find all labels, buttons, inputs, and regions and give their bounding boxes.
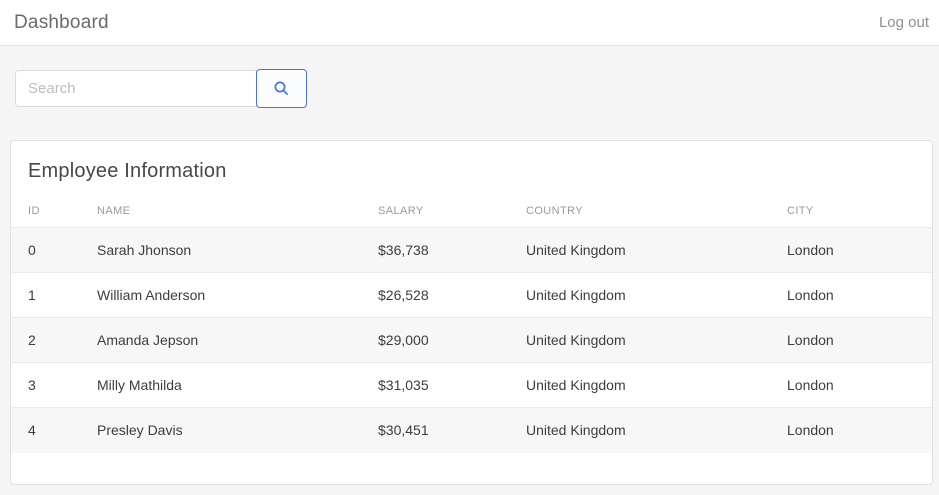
cell-name: Sarah Jhonson — [80, 228, 361, 273]
cell-name: Milly Mathilda — [80, 363, 361, 408]
cell-salary: $29,000 — [361, 318, 509, 363]
table-row: 2Amanda Jepson$29,000United KingdomLondo… — [11, 318, 932, 363]
page-title: Dashboard — [14, 12, 109, 34]
cell-id: 3 — [11, 363, 80, 408]
employee-table-body: 0Sarah Jhonson$36,738United KingdomLondo… — [11, 228, 932, 453]
cell-salary: $36,738 — [361, 228, 509, 273]
table-row: 0Sarah Jhonson$36,738United KingdomLondo… — [11, 228, 932, 273]
cell-id: 1 — [11, 273, 80, 318]
column-header-city: CITY — [770, 195, 932, 228]
search-icon — [273, 80, 290, 97]
cell-country: United Kingdom — [509, 408, 770, 453]
cell-salary: $31,035 — [361, 363, 509, 408]
column-header-salary: SALARY — [361, 195, 509, 228]
cell-id: 2 — [11, 318, 80, 363]
cell-country: United Kingdom — [509, 228, 770, 273]
employee-table: ID NAME SALARY COUNTRY CITY 0Sarah Jhons… — [11, 195, 932, 453]
cell-salary: $30,451 — [361, 408, 509, 453]
search-input[interactable] — [15, 70, 257, 107]
table-row: 1William Anderson$26,528United KingdomLo… — [11, 273, 932, 318]
column-header-name: NAME — [80, 195, 361, 228]
table-header: ID NAME SALARY COUNTRY CITY — [11, 195, 932, 228]
cell-country: United Kingdom — [509, 318, 770, 363]
column-header-id: ID — [11, 195, 80, 228]
cell-id: 0 — [11, 228, 80, 273]
cell-country: United Kingdom — [509, 273, 770, 318]
search-bar — [15, 69, 939, 108]
column-header-country: COUNTRY — [509, 195, 770, 228]
cell-city: London — [770, 228, 932, 273]
employee-card: Employee Information ID NAME SALARY COUN… — [10, 140, 933, 485]
topbar: Dashboard Log out — [0, 0, 939, 46]
cell-city: London — [770, 363, 932, 408]
cell-name: William Anderson — [80, 273, 361, 318]
table-row: 4Presley Davis$30,451United KingdomLondo… — [11, 408, 932, 453]
card-title: Employee Information — [11, 141, 932, 183]
cell-city: London — [770, 273, 932, 318]
search-button[interactable] — [256, 69, 307, 108]
cell-id: 4 — [11, 408, 80, 453]
cell-salary: $26,528 — [361, 273, 509, 318]
cell-country: United Kingdom — [509, 363, 770, 408]
table-row: 3Milly Mathilda$31,035United KingdomLond… — [11, 363, 932, 408]
cell-name: Amanda Jepson — [80, 318, 361, 363]
logout-link[interactable]: Log out — [879, 14, 929, 31]
cell-name: Presley Davis — [80, 408, 361, 453]
cell-city: London — [770, 408, 932, 453]
cell-city: London — [770, 318, 932, 363]
